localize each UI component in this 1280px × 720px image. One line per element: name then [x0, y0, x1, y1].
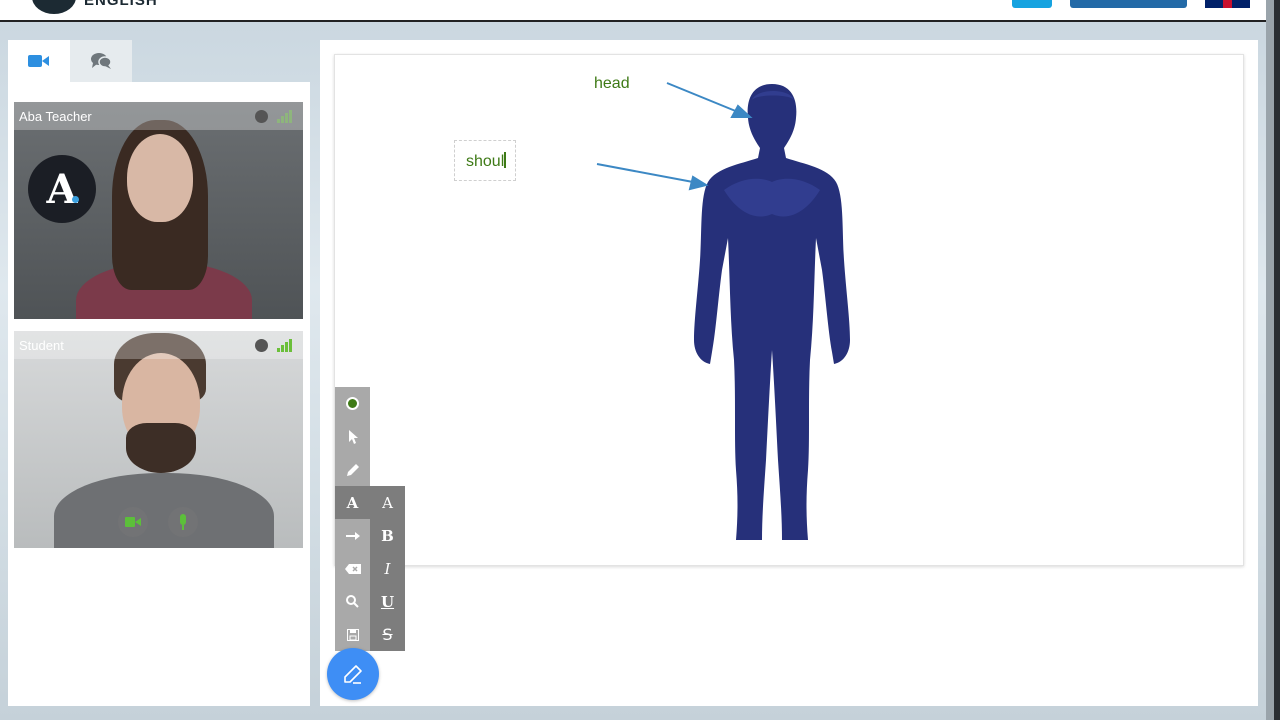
head-label[interactable]: head: [594, 75, 630, 93]
pencil-icon: [344, 665, 362, 684]
arrow-right-icon: [345, 531, 360, 540]
arrow-tool-button[interactable]: [335, 519, 370, 552]
shoulder-textbox[interactable]: shoul: [454, 140, 516, 181]
color-picker-button[interactable]: [335, 387, 370, 420]
pencil-icon: [346, 463, 359, 476]
eraser-icon: [344, 563, 361, 574]
strikethrough-label: S: [382, 625, 393, 644]
save-tool-button[interactable]: [335, 618, 370, 651]
cursor-icon: [348, 429, 358, 444]
bold-button[interactable]: B: [370, 519, 405, 552]
strikethrough-button[interactable]: S: [370, 618, 405, 651]
head-arrowhead: [730, 104, 753, 118]
font-size-button[interactable]: A: [370, 486, 405, 519]
head-arrow-line: [666, 82, 739, 113]
search-icon: [346, 595, 359, 608]
draw-mode-button[interactable]: [327, 648, 379, 700]
pencil-tool-button[interactable]: [335, 453, 370, 486]
italic-label: I: [384, 559, 391, 578]
drawing-toolbar: A: [335, 387, 370, 651]
current-color-swatch: [346, 397, 359, 410]
save-icon: [346, 628, 359, 641]
font-size-label: A: [382, 493, 393, 512]
underline-label: U: [380, 592, 395, 611]
underline-button[interactable]: U: [370, 585, 405, 618]
shoulder-arrow-line: [596, 163, 694, 183]
text-format-toolbar: A B I U S: [370, 486, 405, 651]
zoom-tool-button[interactable]: [335, 585, 370, 618]
eraser-tool-button[interactable]: [335, 552, 370, 585]
text-caret: [504, 152, 507, 168]
select-tool-button[interactable]: [335, 420, 370, 453]
shoulder-textbox-text: shoul: [466, 152, 507, 171]
italic-button[interactable]: I: [370, 552, 405, 585]
shoulder-arrowhead: [688, 175, 709, 191]
text-tool-button[interactable]: A: [335, 486, 370, 519]
whiteboard-drawing: [596, 82, 850, 540]
human-figure: [694, 84, 850, 540]
text-tool-label: A: [346, 493, 359, 512]
shoulder-textbox-value: shoul: [466, 153, 505, 170]
bold-label: B: [381, 526, 394, 545]
